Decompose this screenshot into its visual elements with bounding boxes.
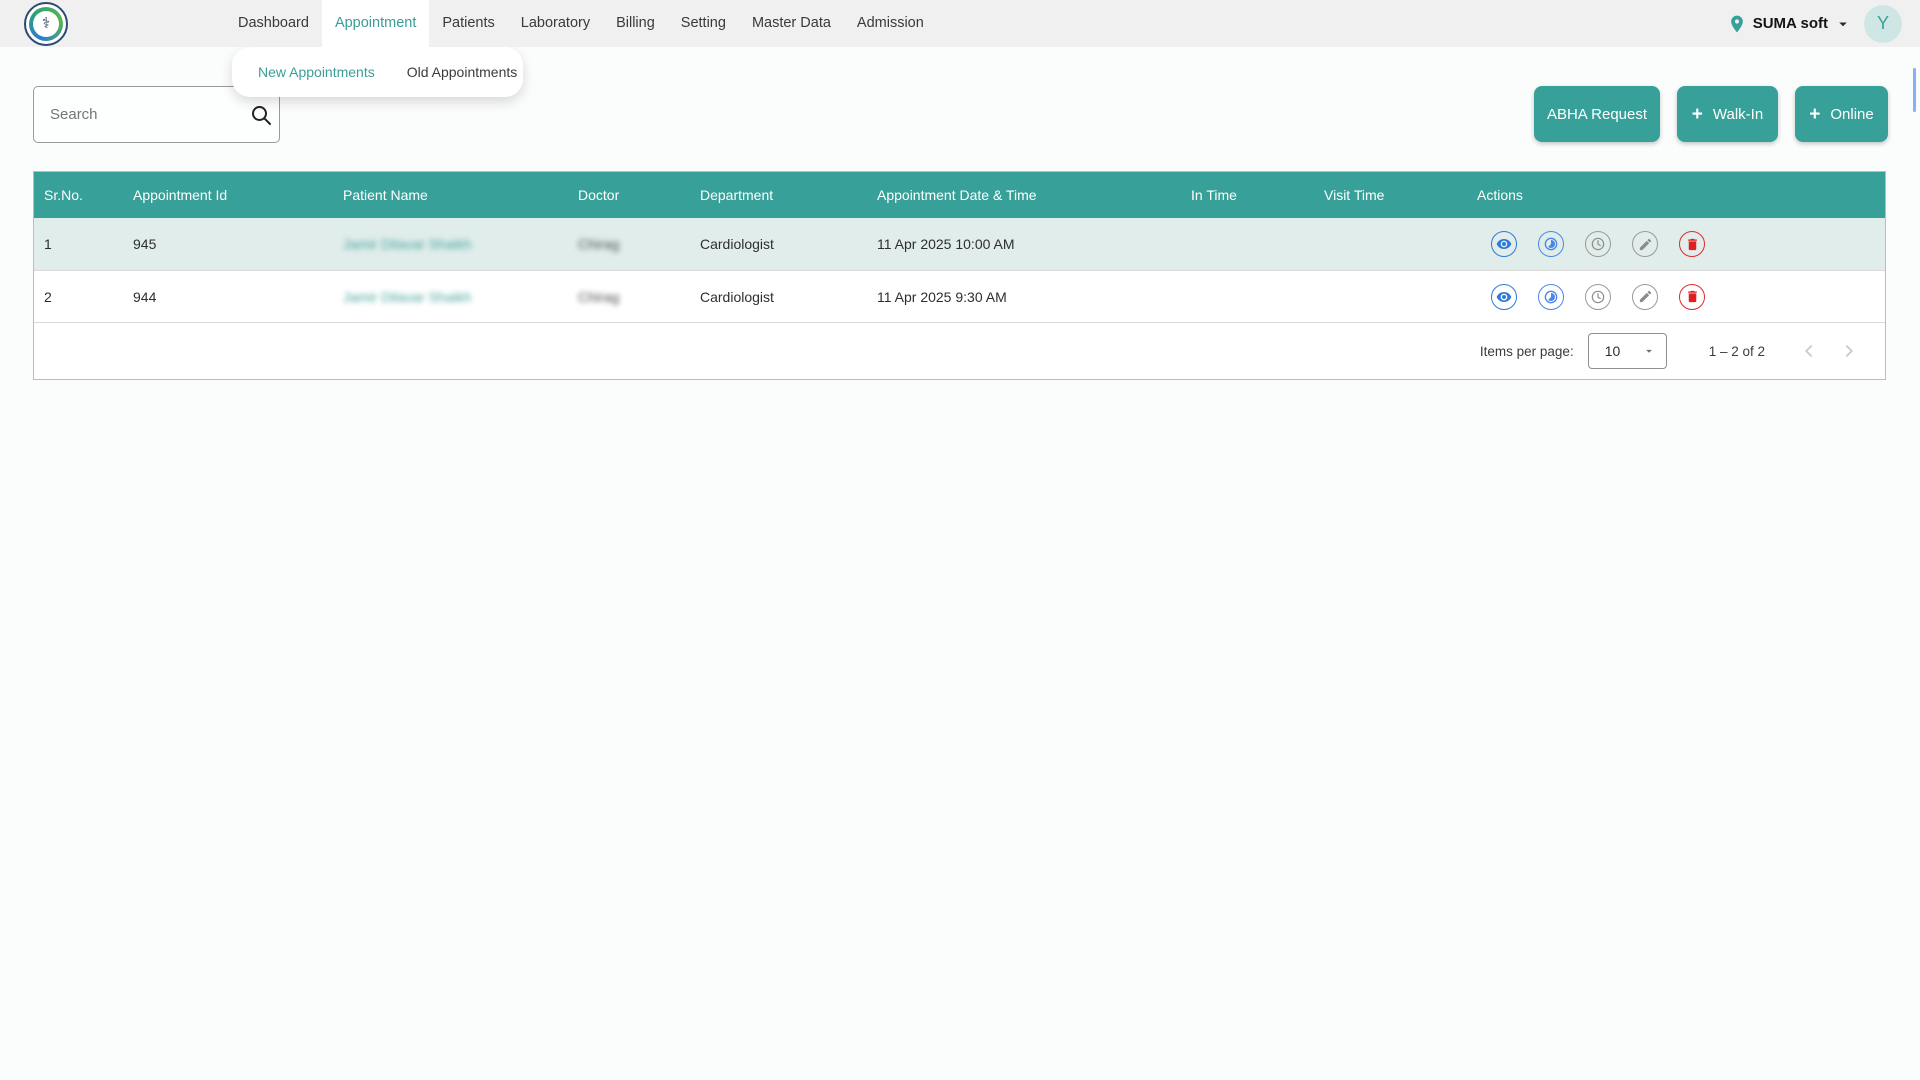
nav-item-admission[interactable]: Admission <box>844 0 937 47</box>
walk-in-button[interactable]: + Walk-In <box>1677 86 1778 142</box>
cell-actions <box>1467 231 1885 257</box>
chevron-down-icon <box>1834 15 1852 33</box>
table-row: 1 945 Jamir Dilavar Shaikh Chirag Cardio… <box>34 218 1885 270</box>
abha-request-button[interactable]: ABHA Request <box>1534 86 1660 142</box>
caduceus-icon: ⚕ <box>33 11 59 37</box>
next-page-button[interactable] <box>1829 331 1869 371</box>
cell-datetime: 11 Apr 2025 9:30 AM <box>867 289 1181 305</box>
cell-patient-name[interactable]: Jamir Dilavar Shaikh <box>333 236 568 252</box>
online-label: Online <box>1830 106 1873 123</box>
pencil-icon <box>1638 289 1653 304</box>
search-icon[interactable] <box>249 103 273 127</box>
col-header-department: Department <box>690 187 867 203</box>
cell-doctor: Chirag <box>568 289 690 305</box>
col-header-appointment-id: Appointment Id <box>123 187 333 203</box>
eye-icon <box>1496 236 1512 252</box>
in-time-action-button[interactable] <box>1538 231 1564 257</box>
edit-action-button[interactable] <box>1632 284 1658 310</box>
location-selector[interactable]: SUMA soft <box>1727 14 1852 34</box>
clock-icon <box>1590 289 1606 305</box>
clock-icon <box>1590 236 1606 252</box>
cell-datetime: 11 Apr 2025 10:00 AM <box>867 236 1181 252</box>
col-header-visit-time: Visit Time <box>1314 187 1467 203</box>
abha-request-label: ABHA Request <box>1547 106 1647 123</box>
in-time-action-button[interactable] <box>1538 284 1564 310</box>
top-navbar: ⚕ Dashboard Appointment Patients Laborat… <box>0 0 1920 47</box>
col-header-datetime: Appointment Date & Time <box>867 187 1181 203</box>
page-size-value: 10 <box>1605 343 1621 359</box>
col-header-in-time: In Time <box>1181 187 1314 203</box>
pencil-icon <box>1638 237 1653 252</box>
walk-in-label: Walk-In <box>1713 106 1763 123</box>
submenu-item-old-appointments[interactable]: Old Appointments <box>407 64 518 80</box>
cell-department: Cardiologist <box>690 289 867 305</box>
navbar-right: SUMA soft Y <box>1727 0 1902 47</box>
edit-action-button[interactable] <box>1632 231 1658 257</box>
location-pin-icon <box>1727 14 1747 34</box>
online-button[interactable]: + Online <box>1795 86 1888 142</box>
cell-appointment-id: 945 <box>123 236 333 252</box>
page-size-select[interactable]: 10 <box>1588 333 1667 369</box>
logo-ring: ⚕ <box>29 7 63 41</box>
search-input[interactable] <box>34 106 249 123</box>
view-action-button[interactable] <box>1491 284 1517 310</box>
delete-action-button[interactable] <box>1679 231 1705 257</box>
col-header-sr-no: Sr.No. <box>34 187 123 203</box>
cell-department: Cardiologist <box>690 236 867 252</box>
col-header-actions: Actions <box>1467 187 1885 203</box>
cell-sr-no: 1 <box>34 236 123 252</box>
nav-item-laboratory[interactable]: Laboratory <box>508 0 603 47</box>
visit-time-action-button[interactable] <box>1585 284 1611 310</box>
submenu-item-new-appointments[interactable]: New Appointments <box>258 64 375 80</box>
table-row: 2 944 Jamir Dilavar Shaikh Chirag Cardio… <box>34 270 1885 322</box>
user-avatar[interactable]: Y <box>1864 5 1902 43</box>
scrollbar-thumb[interactable] <box>1913 68 1916 112</box>
plus-icon: + <box>1809 105 1820 124</box>
cell-appointment-id: 944 <box>123 289 333 305</box>
view-action-button[interactable] <box>1491 231 1517 257</box>
main-nav: Dashboard Appointment Patients Laborator… <box>225 0 937 47</box>
chevron-left-icon <box>1798 340 1820 362</box>
previous-page-button[interactable] <box>1789 331 1829 371</box>
nav-item-patients[interactable]: Patients <box>429 0 507 47</box>
cell-doctor: Chirag <box>568 236 690 252</box>
trash-icon <box>1685 237 1700 252</box>
location-label: SUMA soft <box>1753 15 1828 32</box>
timelapse-icon <box>1543 289 1559 305</box>
items-per-page-label: Items per page: <box>1480 344 1574 359</box>
appointment-submenu: New Appointments Old Appointments <box>232 47 523 97</box>
nav-item-setting[interactable]: Setting <box>668 0 739 47</box>
cell-sr-no: 2 <box>34 289 123 305</box>
table-header-row: Sr.No. Appointment Id Patient Name Docto… <box>34 172 1885 218</box>
chevron-right-icon <box>1838 340 1860 362</box>
col-header-doctor: Doctor <box>568 187 690 203</box>
nav-item-appointment[interactable]: Appointment <box>322 0 429 47</box>
plus-icon: + <box>1692 105 1703 124</box>
delete-action-button[interactable] <box>1679 284 1705 310</box>
chevron-down-icon <box>1642 344 1656 358</box>
cell-actions <box>1467 284 1885 310</box>
eye-icon <box>1496 289 1512 305</box>
cell-patient-name[interactable]: Jamir Dilavar Shaikh <box>333 289 568 305</box>
col-header-patient-name: Patient Name <box>333 187 568 203</box>
timelapse-icon <box>1543 236 1559 252</box>
pagination-range-label: 1 – 2 of 2 <box>1709 344 1765 359</box>
appointments-table: Sr.No. Appointment Id Patient Name Docto… <box>33 171 1886 380</box>
ektos-health-logo[interactable]: ⚕ <box>24 2 68 46</box>
nav-item-billing[interactable]: Billing <box>603 0 668 47</box>
visit-time-action-button[interactable] <box>1585 231 1611 257</box>
nav-item-master-data[interactable]: Master Data <box>739 0 844 47</box>
nav-item-dashboard[interactable]: Dashboard <box>225 0 322 47</box>
trash-icon <box>1685 289 1700 304</box>
table-footer: Items per page: 10 1 – 2 of 2 <box>34 322 1885 379</box>
